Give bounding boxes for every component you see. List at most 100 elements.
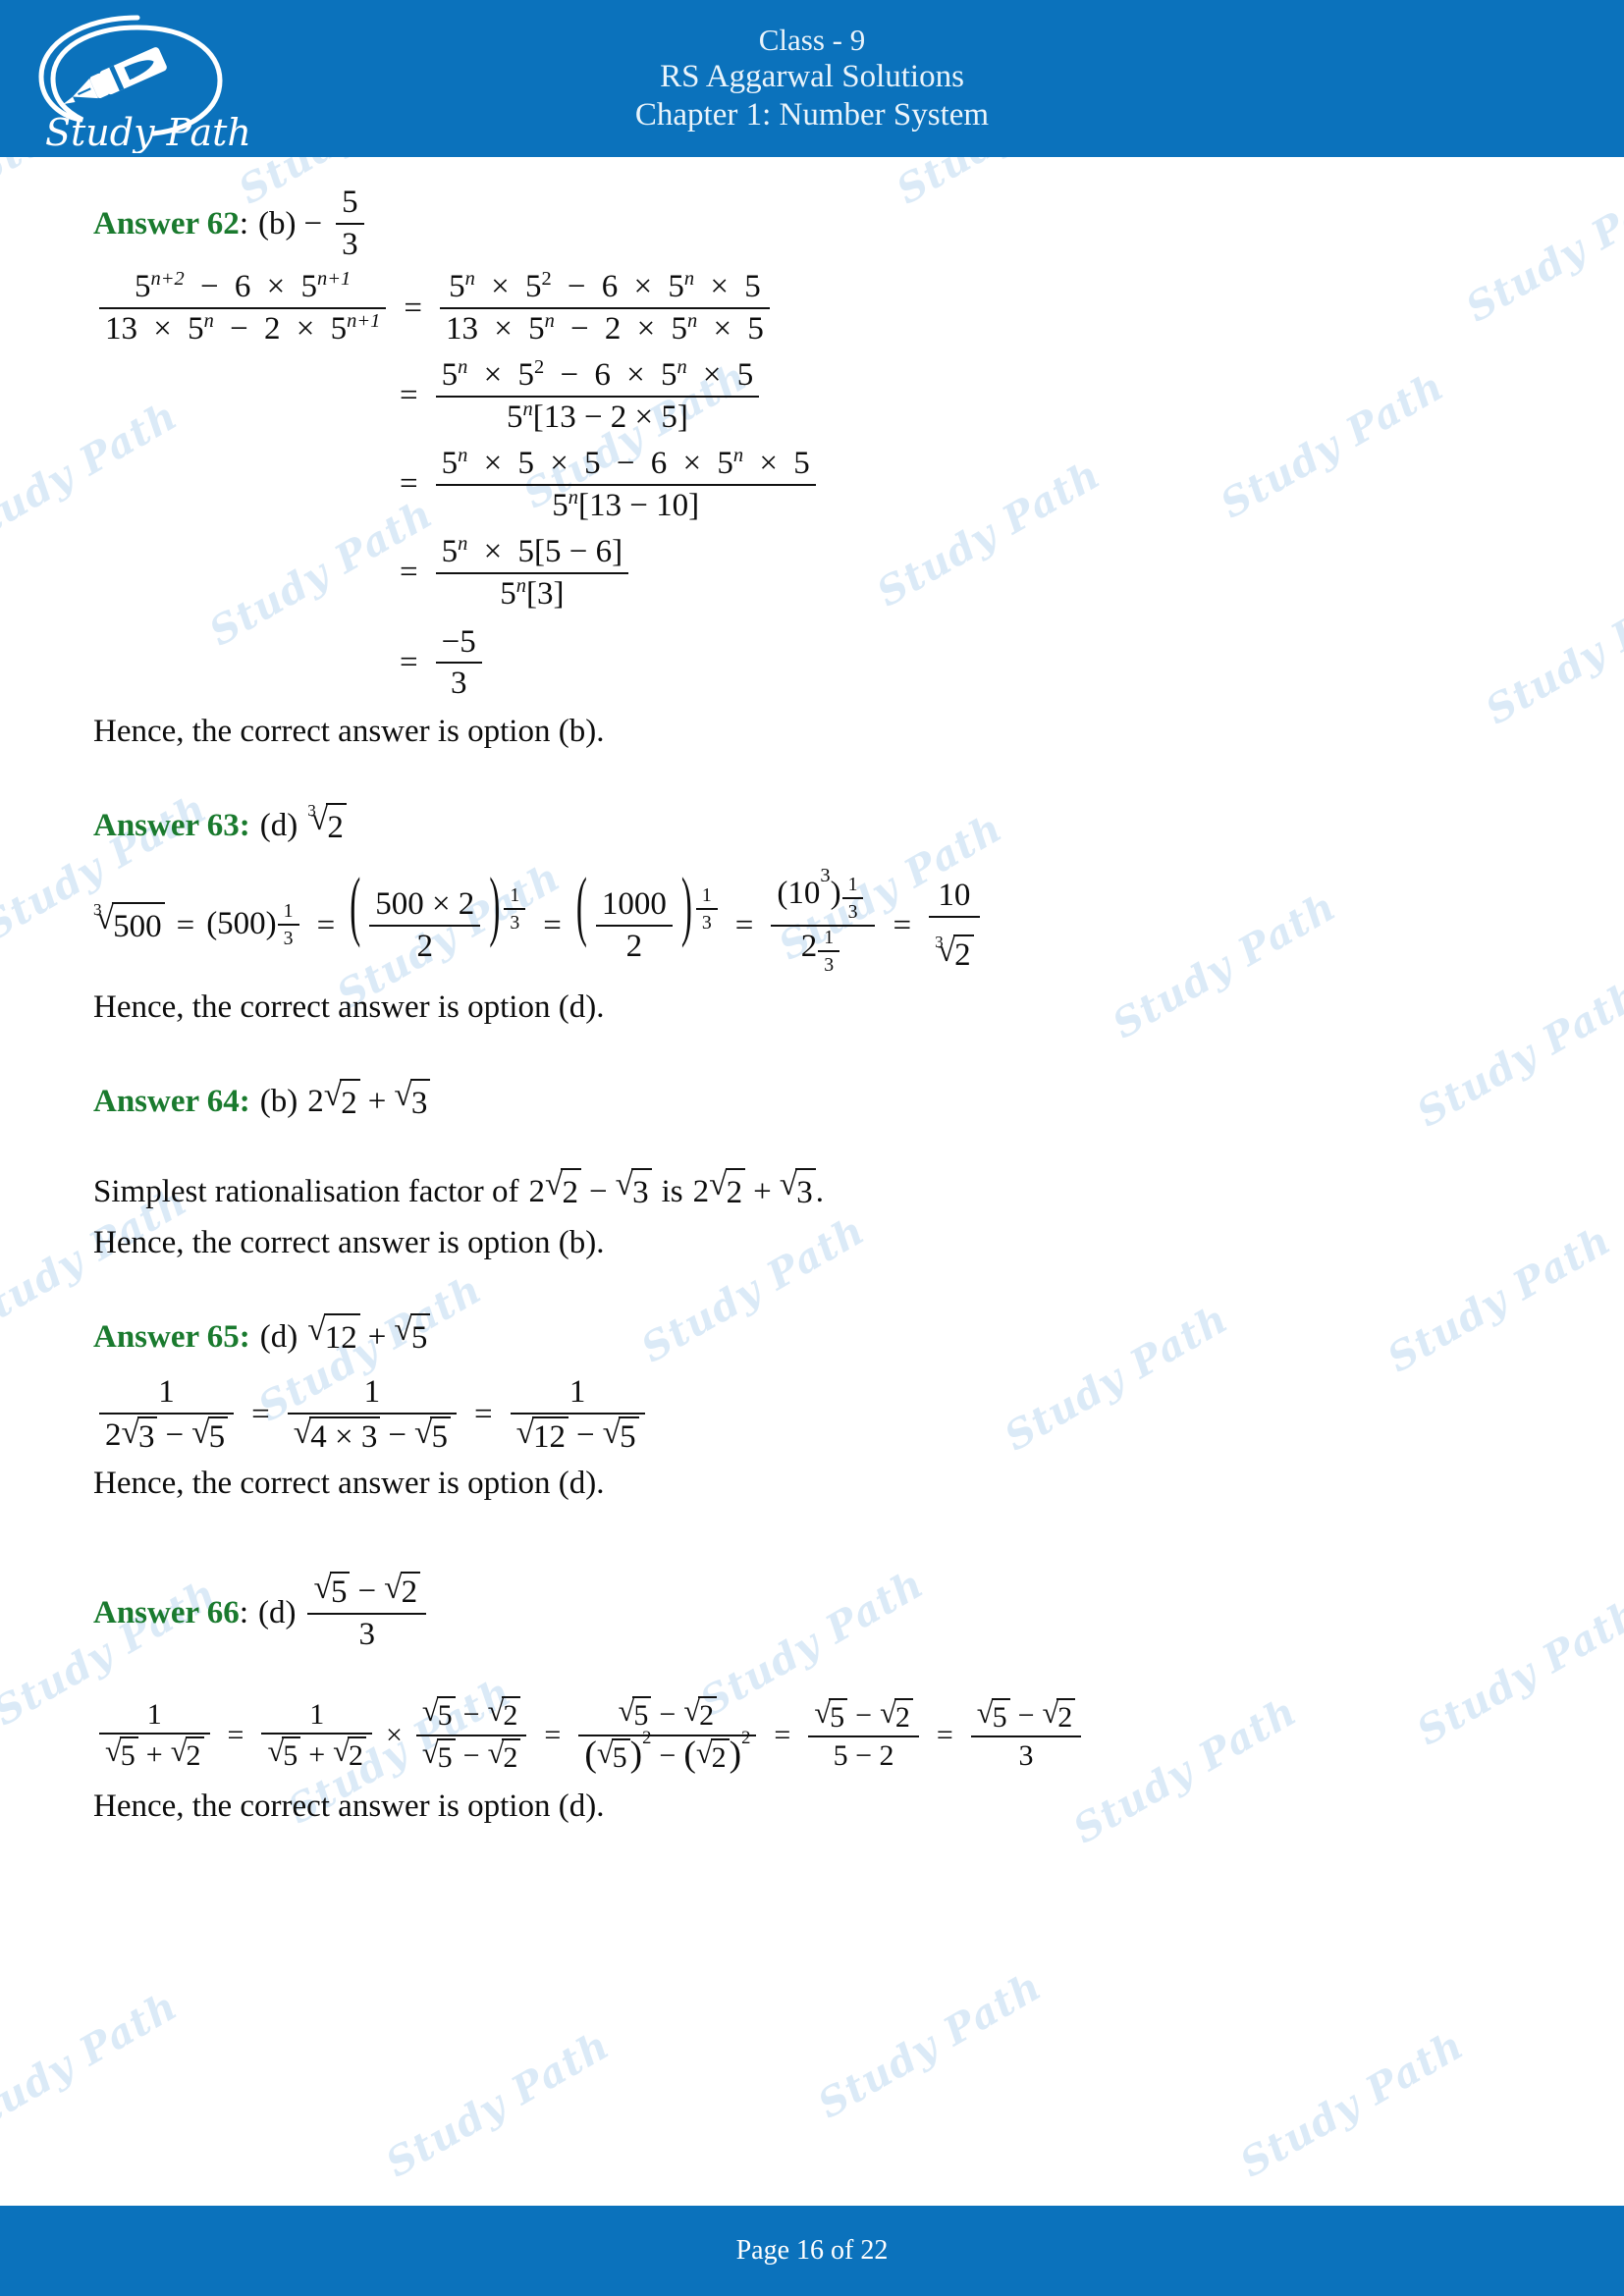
- operator: +: [753, 1173, 772, 1209]
- operator: −: [357, 1573, 377, 1609]
- study-path-logo: Study Path: [27, 8, 253, 153]
- fraction-numerator: (10 3) 1 3: [771, 865, 875, 925]
- step-5-result: −5 3: [435, 623, 482, 703]
- sqrt-term: √ 2: [384, 1572, 421, 1611]
- sqrt-term: √ 5: [422, 1738, 456, 1775]
- exponent-fraction: 1 3: [841, 874, 864, 923]
- term: 5: [506, 399, 523, 435]
- exponent: n: [683, 267, 695, 290]
- radicand: 5: [632, 1696, 652, 1733]
- watermark-text: Study Path: [810, 1962, 1050, 2128]
- root-index: 3: [307, 800, 316, 820]
- page-number-text: Page 16 of 22: [735, 2235, 889, 2266]
- fraction-numerator: 1: [283, 899, 294, 922]
- sqrt-term: √ 5: [105, 1736, 138, 1773]
- fraction-denominator: 2: [625, 928, 643, 964]
- logo-wordmark: Study Path: [45, 111, 251, 153]
- radicand: 5: [611, 1737, 630, 1775]
- equals-sign: =: [404, 290, 422, 326]
- fraction-denominator: 3: [1018, 1739, 1034, 1773]
- term: 2: [604, 310, 622, 347]
- term: 6: [234, 268, 251, 304]
- equals-sign: =: [774, 1718, 791, 1751]
- term: 5: [449, 268, 465, 304]
- answer-63-conclusion: Hence, the correct answer is option (d).: [93, 989, 605, 1026]
- answer-66-option: (d): [257, 1594, 297, 1630]
- radicand: 2: [326, 802, 347, 850]
- exponent: n: [732, 444, 744, 466]
- sqrt-term: √ 5: [267, 1736, 301, 1773]
- page-content: Answer 62 : (b) − 5 3 5n+2 − 6 × 5n+1 13…: [0, 157, 1624, 1828]
- page-footer: Page 16 of 22: [0, 2206, 1624, 2296]
- operator: −: [588, 1173, 608, 1209]
- fraction-5: √ 5 − √ 2 5 − 2: [808, 1698, 919, 1773]
- operator: +: [145, 1737, 163, 1771]
- equals-sign: =: [227, 1718, 244, 1751]
- inner-fraction: 1000 2: [595, 886, 673, 965]
- answer-66-conclusion: Hence, the correct answer is option (d).: [93, 1788, 605, 1824]
- operator: −: [659, 1739, 677, 1773]
- step-3-expression: 5n × 5 × 5 − 6 × 5n × 5 5n[13 − 10]: [435, 444, 816, 524]
- term: 13: [105, 310, 137, 347]
- fraction-denominator: 3: [342, 226, 358, 262]
- term: 5: [300, 268, 318, 304]
- fraction-numerator: −5: [441, 623, 476, 660]
- operator: −: [855, 1699, 873, 1733]
- root-index: 3: [93, 900, 102, 920]
- answer-65-working: 1 2 √ 3 − √ 5 = 1 √ 4 × 3 − √ 5 = 1 √ 12…: [93, 1374, 1536, 1456]
- fraction-2: 1 √ 4 × 3 − √ 5: [287, 1373, 457, 1456]
- exponent-fraction: 1 3: [695, 884, 718, 934]
- body-suffix-text: .: [815, 1173, 824, 1209]
- term: 5: [744, 268, 761, 304]
- operator: −: [462, 1739, 480, 1773]
- answer-62-heading: Answer 62 : (b) − 5 3: [93, 185, 1536, 263]
- radicand: 2: [725, 1168, 746, 1215]
- fraction-denominator: √ 5 + √ 2: [261, 1735, 372, 1773]
- fraction-numerator: √ 5 − √ 2: [307, 1572, 426, 1613]
- equals-sign: =: [176, 907, 195, 943]
- equals-sign: =: [734, 907, 754, 943]
- term: 5: [747, 310, 764, 347]
- answer-63-heading: Answer 63: (d) 3 √ 2: [93, 800, 1536, 850]
- sqrt-term: √ 2: [488, 1696, 521, 1733]
- operator: −: [165, 1417, 185, 1454]
- fraction-numerator: 10: [938, 877, 971, 913]
- answer-65-option: (d): [259, 1318, 298, 1355]
- coefficient: 2: [692, 1173, 710, 1209]
- term-10cubed-over-2: (10 3) 1 3 2 1 3: [771, 865, 876, 977]
- term-500-power: (500) 1 3: [206, 899, 304, 949]
- fraction-denominator: 5n[3]: [494, 574, 569, 613]
- fraction-numerator: 5n × 5 × 5 − 6 × 5n × 5: [441, 444, 810, 481]
- coefficient: 2: [105, 1417, 122, 1454]
- term: 5: [584, 445, 601, 481]
- equals-sign: =: [316, 907, 336, 943]
- term: 5: [441, 356, 459, 393]
- answer-62-conclusion: Hence, the correct answer is option (b).: [93, 714, 605, 750]
- fraction-denominator: 2 1 3: [795, 927, 851, 976]
- sqrt-term: √ 5: [597, 1738, 630, 1775]
- header-class-line: Class - 9: [758, 22, 866, 57]
- answer-62-step-5: = −5 3: [93, 624, 1536, 703]
- radicand: 5: [207, 1415, 229, 1456]
- equals-sign: =: [400, 555, 418, 591]
- radicand: 5: [991, 1697, 1010, 1735]
- answer-64-label: Answer 64:: [93, 1084, 250, 1120]
- fraction-denominator: √ 5 + √ 2: [99, 1735, 210, 1773]
- close-paren: ): [830, 875, 841, 911]
- sqrt-term: √ 4 × 3: [294, 1416, 381, 1456]
- sqrt-term: √ 2: [683, 1696, 718, 1733]
- fraction-numerator: √ 5 − √ 2: [613, 1696, 724, 1735]
- fraction-denominator: 3: [358, 1617, 376, 1653]
- radicand: 5: [282, 1736, 301, 1773]
- fraction-numerator: 5n+2 − 6 × 5n+1: [135, 267, 352, 304]
- answer-64-option: (b): [259, 1084, 298, 1120]
- page-header: Study Path Class - 9 RS Aggarwal Solutio…: [0, 0, 1624, 157]
- term: 5: [717, 445, 733, 481]
- radicand: 2: [953, 934, 974, 974]
- term: 6: [594, 356, 611, 393]
- exponent: n: [458, 355, 468, 378]
- fraction-numerator: 1: [363, 1373, 381, 1410]
- sqrt-term: √ 12: [516, 1416, 569, 1456]
- term: 5: [671, 310, 688, 347]
- answer-62-result-fraction: 5 3: [336, 185, 364, 263]
